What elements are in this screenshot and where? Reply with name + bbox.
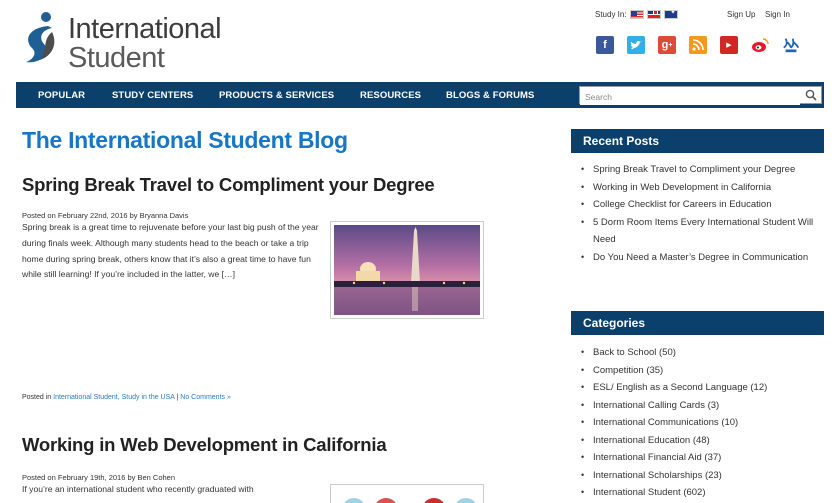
post-thumbnail[interactable] (330, 221, 484, 319)
search-icon[interactable] (805, 89, 817, 101)
nav-item-blogs-forums[interactable]: BLOGS & FORUMS (446, 90, 534, 101)
nav-item-resources[interactable]: RESOURCES (360, 90, 421, 101)
renren-icon[interactable] (782, 36, 800, 54)
nav-item-products-services[interactable]: PRODUCTS & SERVICES (219, 90, 334, 101)
category-item[interactable]: International Communications (10) (580, 414, 824, 432)
logo-swoosh-icon (26, 12, 55, 63)
study-in: Study In: (595, 9, 678, 19)
usa-flag-icon[interactable] (629, 10, 644, 19)
category-item[interactable]: International Scholarships (23) (580, 467, 824, 485)
sign-up-link[interactable]: Sign Up (727, 10, 755, 19)
category-item[interactable]: International Calling Cards (3) (580, 397, 824, 415)
categories-list: Back to School (50) Competition (35) ESL… (580, 344, 824, 502)
post-title[interactable]: Spring Break Travel to Compliment your D… (22, 174, 435, 196)
post-title[interactable]: Working in Web Development in California (22, 434, 387, 456)
category-item[interactable]: International Student (602) (580, 484, 824, 502)
search-input[interactable] (580, 89, 800, 105)
post-comments-link[interactable]: No Comments » (180, 394, 231, 401)
recent-posts-heading: Recent Posts (571, 129, 824, 153)
logo-text-student: Student (68, 42, 165, 74)
twitter-icon[interactable] (627, 36, 645, 54)
site-logo[interactable]: International Student (22, 10, 222, 73)
facebook-icon[interactable]: f (596, 36, 614, 54)
recent-posts-list: Spring Break Travel to Compliment your D… (580, 161, 824, 267)
recent-post-item[interactable]: 5 Dorm Room Items Every International St… (580, 214, 824, 249)
nav-item-popular[interactable]: POPULAR (38, 90, 85, 101)
recent-post-item[interactable]: Spring Break Travel to Compliment your D… (580, 161, 824, 179)
post-meta: Posted on February 19th, 2016 by Ben Coh… (22, 473, 176, 482)
category-item[interactable]: International Financial Aid (37) (580, 449, 824, 467)
recent-post-item[interactable]: Working in Web Development in California (580, 179, 824, 197)
sign-in-link[interactable]: Sign In (765, 10, 790, 19)
google-plus-icon[interactable]: g + (658, 36, 676, 54)
search-box (579, 86, 822, 105)
page-title: The International Student Blog (22, 127, 348, 153)
post-excerpt: Spring break is a great time to rejuvena… (22, 222, 319, 280)
category-item[interactable]: International Education (48) (580, 432, 824, 450)
recent-post-item[interactable]: College Checklist for Careers in Educati… (580, 196, 824, 214)
category-item[interactable]: ESL/ English as a Second Language (12) (580, 379, 824, 397)
australia-flag-icon[interactable] (663, 9, 678, 19)
category-item[interactable]: Competition (35) (580, 362, 824, 380)
post-thumbnail[interactable] (330, 484, 484, 503)
post-excerpt: If you’re an international student who r… (22, 484, 254, 494)
post-footer: Posted in International Student, Study i… (22, 394, 231, 401)
uk-flag-icon[interactable] (646, 10, 661, 19)
social-icons: f g + ▶ (596, 36, 800, 54)
post-categories-link[interactable]: International Student, Study in the USA (53, 394, 174, 401)
study-in-label: Study In: (595, 10, 627, 19)
youtube-icon[interactable]: ▶ (720, 36, 738, 54)
post-meta: Posted on February 22nd, 2016 by Bryanna… (22, 211, 189, 220)
web-development-image (334, 488, 480, 503)
categories-heading: Categories (571, 311, 824, 335)
rss-icon[interactable] (689, 36, 707, 54)
recent-post-item[interactable]: Do You Need a Master’s Degree in Communi… (580, 249, 824, 267)
nav-item-study-centers[interactable]: STUDY CENTERS (112, 90, 193, 101)
category-item[interactable]: Back to School (50) (580, 344, 824, 362)
washington-monument-image (334, 225, 480, 315)
post-footer-prefix: Posted in (22, 394, 54, 401)
logo-text-international: International (68, 13, 222, 45)
weibo-icon[interactable] (751, 36, 769, 54)
